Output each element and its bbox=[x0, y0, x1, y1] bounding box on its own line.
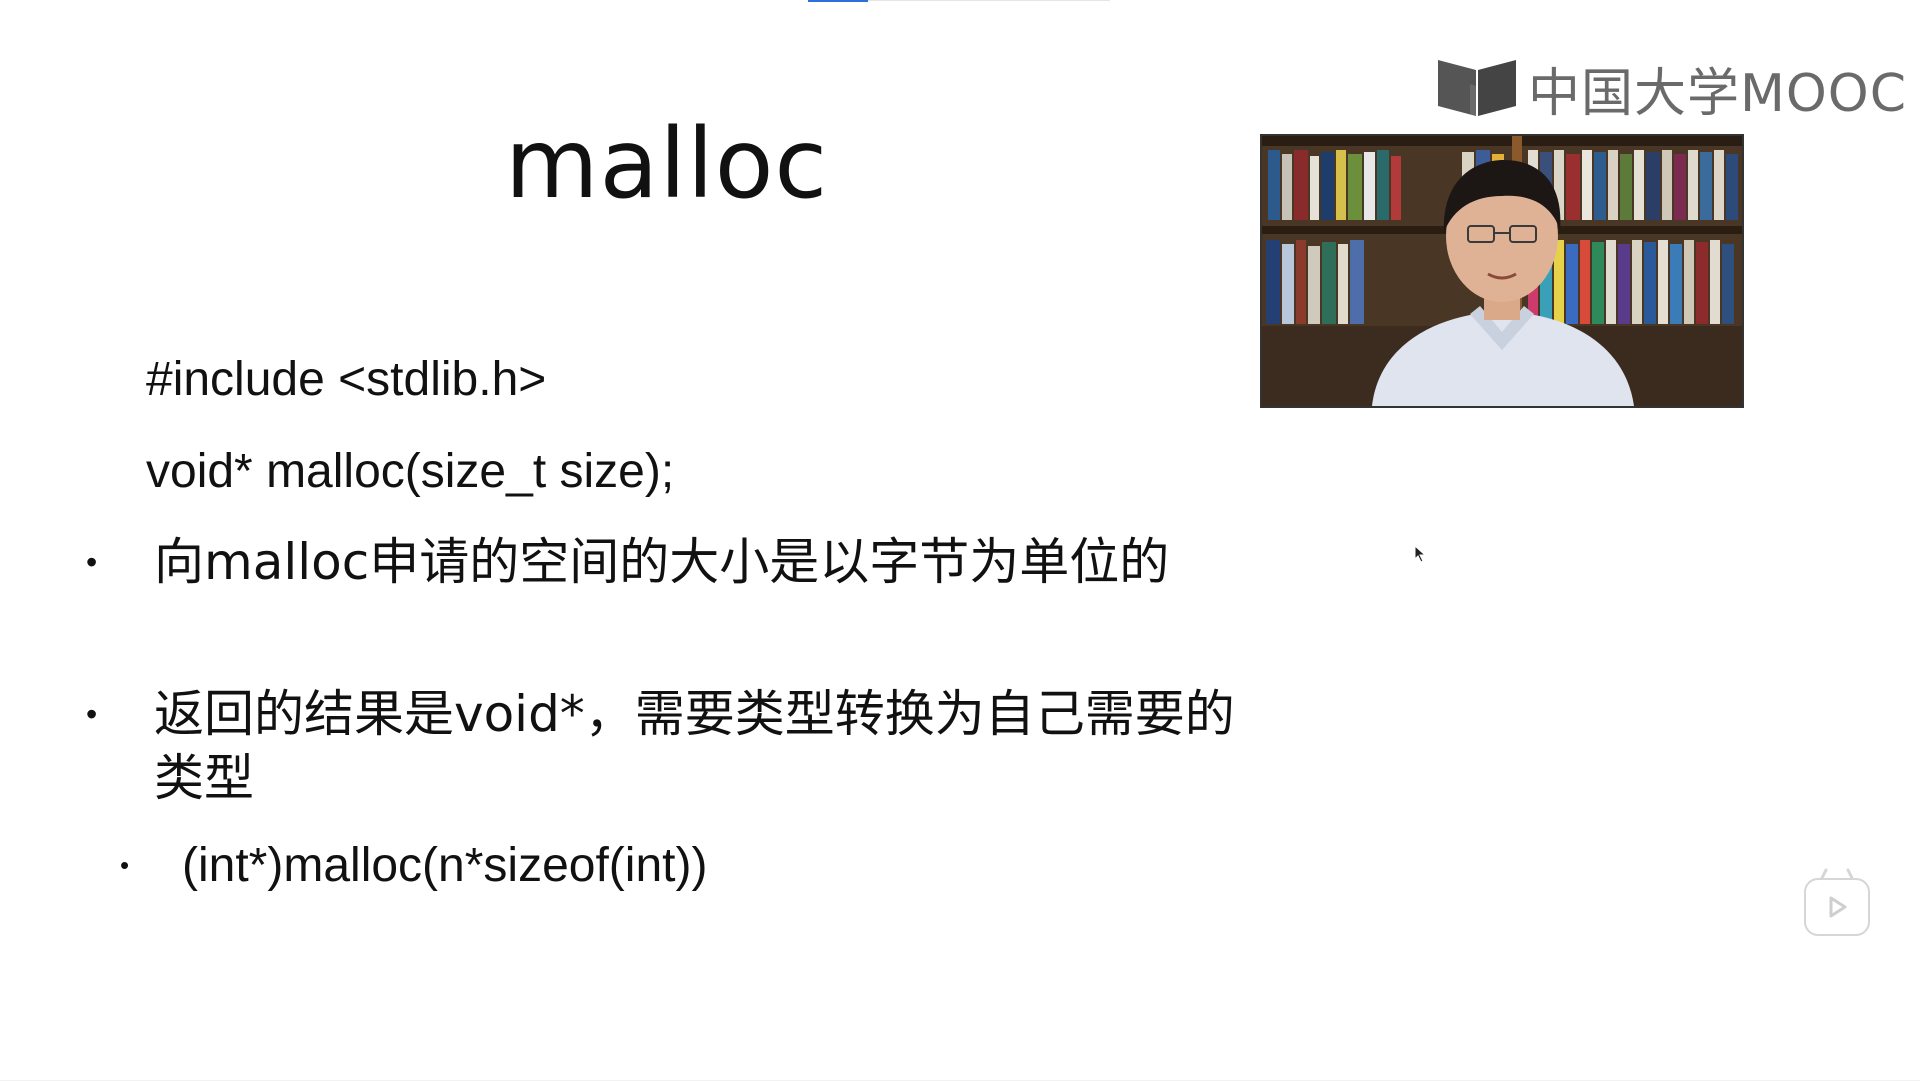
bullet-text: 向malloc申请的空间的大小是以字节为单位的 bbox=[154, 533, 1170, 591]
mooc-logo: 中国大学MOOC bbox=[1436, 56, 1907, 124]
lecturer-video-frame bbox=[1262, 136, 1742, 406]
play-icon bbox=[1829, 896, 1847, 918]
mooc-book-icon bbox=[1438, 60, 1516, 116]
bullet-item: • 向malloc申请的空间的大小是以字节为单位的 bbox=[78, 530, 1238, 594]
sub-bullet-dot-icon: • bbox=[120, 850, 130, 880]
mouse-cursor-icon bbox=[1414, 545, 1427, 563]
mooc-logo-text: 中国大学MOOC bbox=[1528, 63, 1908, 124]
bullet-dot-icon: • bbox=[86, 696, 98, 732]
lecture-slide: malloc #include <stdlib.h> void* malloc(… bbox=[0, 0, 1920, 1081]
lecturer-video[interactable] bbox=[1260, 134, 1744, 408]
bullet-dot-icon: • bbox=[86, 544, 98, 580]
code-line-signature: void* malloc(size_t size); bbox=[146, 445, 675, 498]
sub-bullet-text: (int*)malloc(n*sizeof(int)) bbox=[182, 839, 708, 892]
code-line-include: #include <stdlib.h> bbox=[146, 353, 547, 406]
bullet-text: 返回的结果是void*，需要类型转换为自己需要的类型 bbox=[154, 685, 1235, 807]
bullet-item: • 返回的结果是void*，需要类型转换为自己需要的类型 bbox=[78, 682, 1238, 810]
play-button[interactable] bbox=[1804, 878, 1870, 936]
slide-title: malloc bbox=[505, 108, 829, 220]
sub-bullet-item: • (int*)malloc(n*sizeof(int)) bbox=[116, 838, 707, 893]
